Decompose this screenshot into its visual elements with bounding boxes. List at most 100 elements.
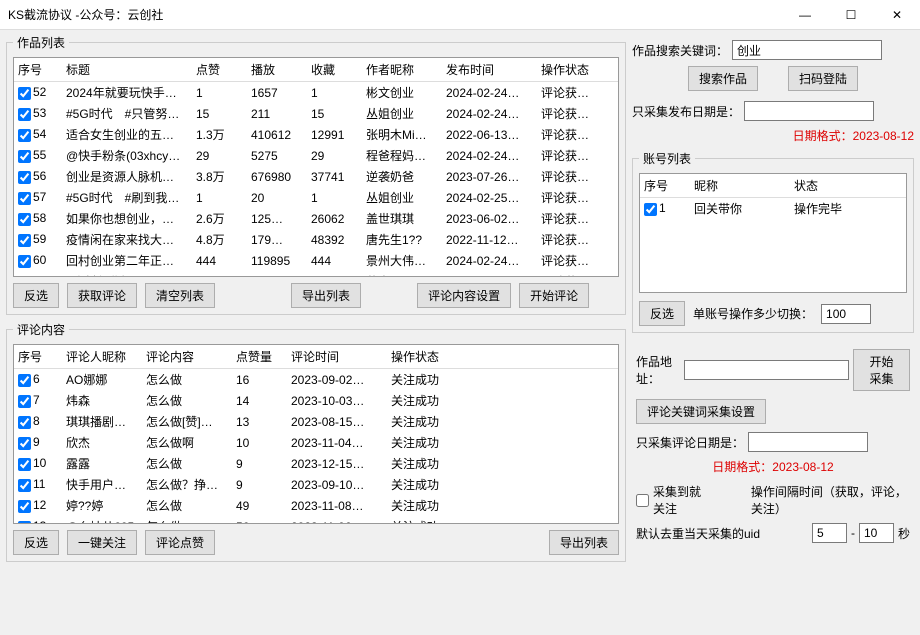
interval-unit: 秒 bbox=[898, 525, 910, 542]
table-row[interactable]: 8琪琪播剧…怎么做[赞]…132023-08-15…关注成功 bbox=[14, 411, 618, 432]
column-header[interactable]: 序号 bbox=[14, 345, 62, 369]
column-header[interactable]: 状态 bbox=[790, 174, 906, 198]
table-row[interactable]: 61#农村创业好项目…1158511菌夫人2024-02-24…评论获… bbox=[14, 271, 618, 277]
clear-list-button[interactable]: 清空列表 bbox=[145, 283, 215, 308]
column-header[interactable]: 播放 bbox=[247, 58, 307, 82]
row-checkbox[interactable] bbox=[18, 234, 31, 247]
table-row[interactable]: 522024年就要玩快手…116571彬文创业2024-02-24…评论获… bbox=[14, 82, 618, 104]
work-addr-input[interactable] bbox=[684, 360, 849, 380]
column-header[interactable]: 操作状态 bbox=[387, 345, 618, 369]
comments-table-container[interactable]: 序号评论人昵称评论内容点赞量评论时间操作状态 6AO娜娜怎么做162023-09… bbox=[13, 344, 619, 524]
row-checkbox[interactable] bbox=[18, 395, 31, 408]
publish-date-input[interactable] bbox=[744, 101, 874, 121]
row-checkbox[interactable] bbox=[18, 437, 31, 450]
row-checkbox[interactable] bbox=[18, 87, 31, 100]
column-header[interactable]: 点赞量 bbox=[232, 345, 287, 369]
column-header[interactable]: 作者昵称 bbox=[362, 58, 442, 82]
accounts-legend: 账号列表 bbox=[639, 150, 695, 167]
interval-max-input[interactable] bbox=[859, 523, 894, 543]
accounts-table-container[interactable]: 序号昵称状态 1回关带你操作完毕 bbox=[639, 173, 907, 293]
title-bar: KS截流协议 -公众号：云创社 — ☐ ✕ bbox=[0, 0, 920, 30]
start-comment-button[interactable]: 开始评论 bbox=[519, 283, 589, 308]
comments-table: 序号评论人昵称评论内容点赞量评论时间操作状态 6AO娜娜怎么做162023-09… bbox=[14, 345, 618, 524]
maximize-button[interactable]: ☐ bbox=[828, 0, 874, 30]
keyword-label: 作品搜索关键词： bbox=[632, 42, 728, 59]
column-header[interactable]: 评论人昵称 bbox=[62, 345, 142, 369]
row-checkbox[interactable] bbox=[18, 276, 31, 277]
works-table-container[interactable]: 序号标题点赞播放收藏作者昵称发布时间操作状态 522024年就要玩快手…1165… bbox=[13, 57, 619, 277]
row-checkbox[interactable] bbox=[18, 479, 31, 492]
accounts-invert-button[interactable]: 反选 bbox=[639, 301, 685, 326]
column-header[interactable]: 收藏 bbox=[307, 58, 362, 82]
comment-keyword-settings-button[interactable]: 评论关键词采集设置 bbox=[636, 399, 766, 424]
default-dedupe-label: 默认去重当天采集的uid bbox=[636, 525, 760, 542]
row-checkbox[interactable] bbox=[18, 213, 31, 226]
start-collect-button[interactable]: 开始采集 bbox=[853, 349, 910, 391]
row-checkbox[interactable] bbox=[18, 150, 31, 163]
column-header[interactable]: 发布时间 bbox=[442, 58, 537, 82]
column-header[interactable]: 操作状态 bbox=[537, 58, 618, 82]
close-button[interactable]: ✕ bbox=[874, 0, 920, 30]
row-checkbox[interactable] bbox=[18, 108, 31, 121]
interval-min-input[interactable] bbox=[812, 523, 847, 543]
minimize-button[interactable]: — bbox=[782, 0, 828, 30]
table-row[interactable]: 6AO娜娜怎么做162023-09-02…关注成功 bbox=[14, 369, 618, 391]
table-row[interactable]: 13@么妹儿605怎么做，562023-11-06…关注成功 bbox=[14, 516, 618, 524]
row-checkbox[interactable] bbox=[18, 416, 31, 429]
table-row[interactable]: 1回关带你操作完毕 bbox=[640, 198, 906, 220]
comment-date-label: 只采集评论日期是： bbox=[636, 434, 744, 451]
column-header[interactable]: 评论时间 bbox=[287, 345, 387, 369]
row-checkbox[interactable] bbox=[18, 374, 31, 387]
follow-on-collect-checkbox[interactable]: 采集到就关注 bbox=[636, 483, 710, 517]
works-list-legend: 作品列表 bbox=[13, 34, 69, 51]
export-works-button[interactable]: 导出列表 bbox=[291, 283, 361, 308]
column-header[interactable]: 昵称 bbox=[690, 174, 790, 198]
works-table: 序号标题点赞播放收藏作者昵称发布时间操作状态 522024年就要玩快手…1165… bbox=[14, 58, 618, 277]
table-row[interactable]: 58如果你也想创业，…2.6万125…26062盖世琪琪2023-06-02…评… bbox=[14, 208, 618, 229]
comment-settings-button[interactable]: 评论内容设置 bbox=[417, 283, 511, 308]
works-list-group: 作品列表 序号标题点赞播放收藏作者昵称发布时间操作状态 522024年就要玩快手… bbox=[6, 34, 626, 315]
column-header[interactable]: 评论内容 bbox=[142, 345, 232, 369]
table-row[interactable]: 11快手用户…怎么做？挣…92023-09-10…关注成功 bbox=[14, 474, 618, 495]
works-invert-button[interactable]: 反选 bbox=[13, 283, 59, 308]
table-row[interactable]: 56创业是资源人脉机…3.8万67698037741逆袭奶爸2023-07-26… bbox=[14, 166, 618, 187]
table-row[interactable]: 12婷??婷怎么做492023-11-08…关注成功 bbox=[14, 495, 618, 516]
table-row[interactable]: 55@快手粉条(03xhcy…29527529程爸程妈…2024-02-24…评… bbox=[14, 145, 618, 166]
table-row[interactable]: 9欣杰怎么做啊102023-11-04…关注成功 bbox=[14, 432, 618, 453]
like-comments-button[interactable]: 评论点赞 bbox=[145, 530, 215, 555]
table-row[interactable]: 60回村创业第二年正…444119895444景州大伟…2024-02-24…评… bbox=[14, 250, 618, 271]
window-title: KS截流协议 -公众号：云创社 bbox=[8, 6, 782, 23]
switch-label: 单账号操作多少切换： bbox=[693, 305, 813, 322]
table-row[interactable]: 53#5G时代 #只管努…1521115丛姐创业2024-02-24…评论获… bbox=[14, 103, 618, 124]
column-header[interactable]: 点赞 bbox=[192, 58, 247, 82]
row-checkbox[interactable] bbox=[18, 171, 31, 184]
one-click-follow-button[interactable]: 一键关注 bbox=[67, 530, 137, 555]
table-row[interactable]: 57#5G时代 #刷到我…1201丛姐创业2024-02-25…评论获… bbox=[14, 187, 618, 208]
accounts-group: 账号列表 序号昵称状态 1回关带你操作完毕 反选 单账号操作多少切换： bbox=[632, 150, 914, 333]
column-header[interactable]: 标题 bbox=[62, 58, 192, 82]
publish-date-label: 只采集发布日期是： bbox=[632, 103, 740, 120]
column-header[interactable]: 序号 bbox=[14, 58, 62, 82]
row-checkbox[interactable] bbox=[18, 192, 31, 205]
get-comments-button[interactable]: 获取评论 bbox=[67, 283, 137, 308]
table-row[interactable]: 7炜森怎么做142023-10-03…关注成功 bbox=[14, 390, 618, 411]
table-row[interactable]: 10露露怎么做92023-12-15…关注成功 bbox=[14, 453, 618, 474]
keyword-input[interactable] bbox=[732, 40, 882, 60]
comments-invert-button[interactable]: 反选 bbox=[13, 530, 59, 555]
column-header[interactable]: 序号 bbox=[640, 174, 690, 198]
row-checkbox[interactable] bbox=[18, 500, 31, 513]
row-checkbox[interactable] bbox=[644, 203, 657, 216]
table-row[interactable]: 59疫情闲在家来找大…4.8万179…48392唐先生1??2022-11-12… bbox=[14, 229, 618, 250]
row-checkbox[interactable] bbox=[18, 129, 31, 142]
table-row[interactable]: 54适合女生创业的五…1.3万41061212991张明木Mi…2022-06-… bbox=[14, 124, 618, 145]
search-works-button[interactable]: 搜索作品 bbox=[688, 66, 758, 91]
export-comments-button[interactable]: 导出列表 bbox=[549, 530, 619, 555]
row-checkbox[interactable] bbox=[18, 458, 31, 471]
switch-count-input[interactable] bbox=[821, 304, 871, 324]
comment-date-input[interactable] bbox=[748, 432, 868, 452]
comments-list-legend: 评论内容 bbox=[13, 321, 69, 338]
work-addr-label: 作品地址： bbox=[636, 353, 680, 387]
row-checkbox[interactable] bbox=[18, 255, 31, 268]
scan-login-button[interactable]: 扫码登陆 bbox=[788, 66, 858, 91]
row-checkbox[interactable] bbox=[18, 521, 31, 524]
